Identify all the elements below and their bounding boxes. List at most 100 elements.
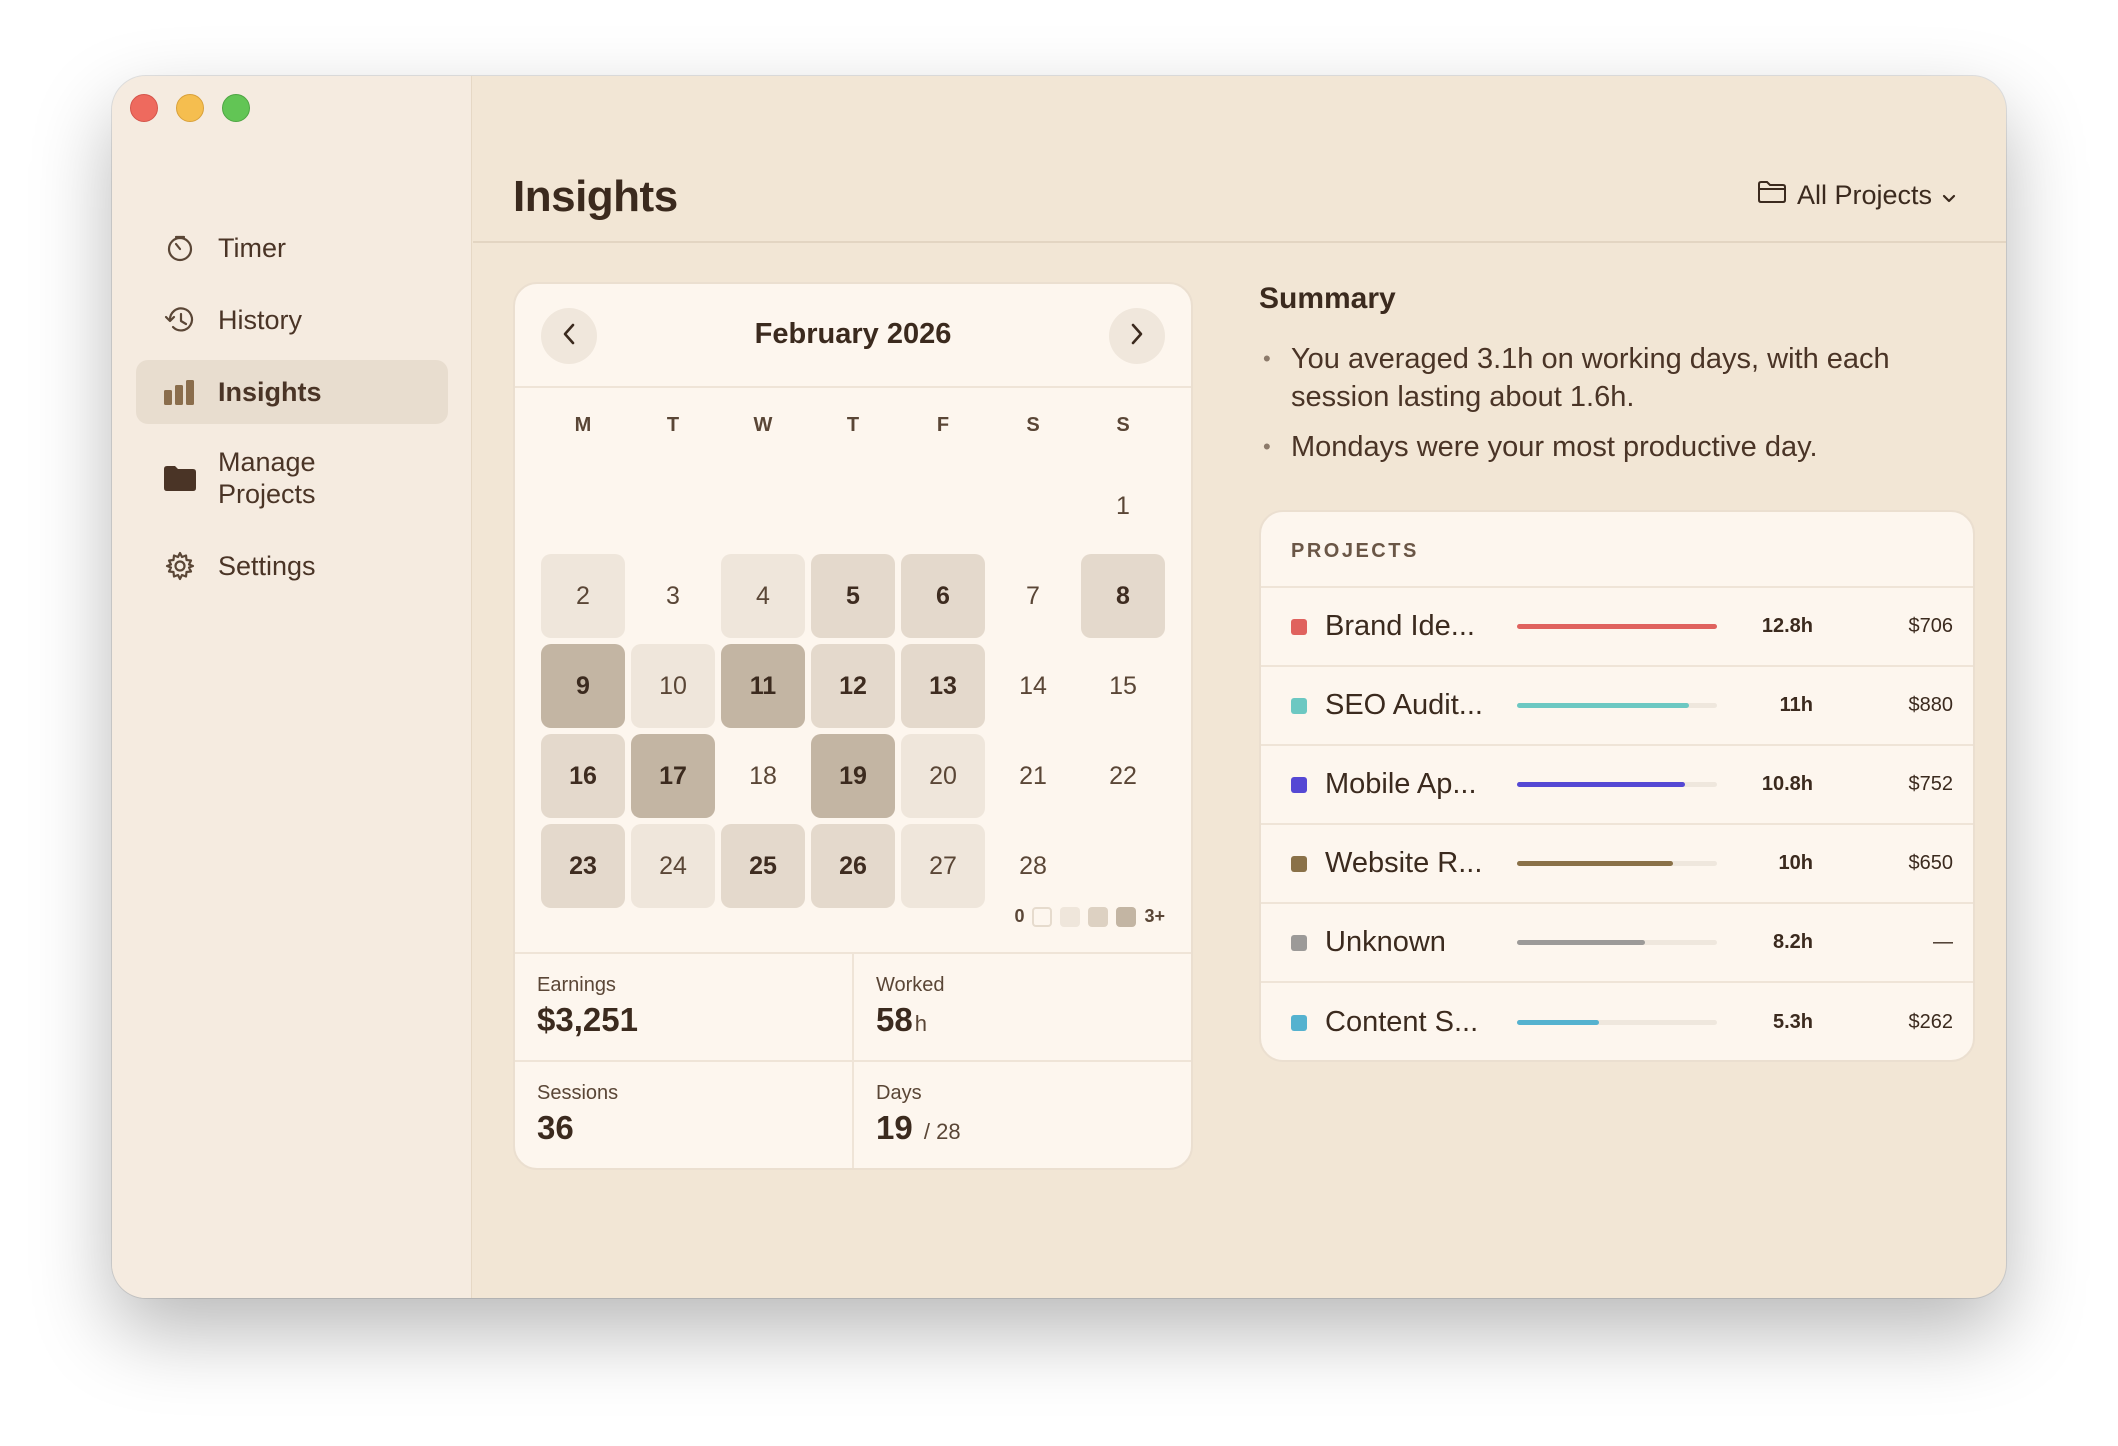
calendar-day[interactable]: 13 <box>901 644 985 728</box>
calendar-week: 16 17 18 19 20 21 22 <box>541 734 1165 818</box>
weekday-label: S <box>1116 414 1130 436</box>
minimize-button[interactable] <box>176 94 204 122</box>
calendar-day[interactable]: 14 <box>991 644 1075 728</box>
summary-bullet: Mondays were your most productive day. <box>1261 428 1961 466</box>
calendar-day[interactable]: 6 <box>901 554 985 638</box>
sidebar-item-insights[interactable]: Insights <box>136 360 448 424</box>
project-row[interactable]: SEO Audit... 11h $880 <box>1261 667 1973 746</box>
weekday-label: T <box>846 414 860 436</box>
project-color-swatch <box>1291 776 1307 793</box>
calendar-day[interactable]: 25 <box>721 824 805 908</box>
calendar-day[interactable]: 12 <box>811 644 895 728</box>
stat-value: 36 <box>537 1109 574 1146</box>
project-hours-bar <box>1517 624 1717 629</box>
project-hours: 10.8h <box>1761 773 1813 795</box>
calendar-day[interactable]: 27 <box>901 824 985 908</box>
calendar-empty-cell <box>811 464 895 548</box>
sidebar-item-history[interactable]: History <box>136 288 448 352</box>
summary-bullet: You averaged 3.1h on working days, with … <box>1261 340 1961 416</box>
project-color-swatch <box>1291 934 1307 951</box>
heat-legend: 0 3+ <box>1014 906 1165 927</box>
close-button[interactable] <box>130 94 158 122</box>
next-month-button[interactable] <box>1109 308 1165 364</box>
calendar-day[interactable]: 23 <box>541 824 625 908</box>
stat-unit: h <box>914 1011 927 1036</box>
calendar-day[interactable]: 22 <box>1081 734 1165 818</box>
calendar-empty-cell <box>991 464 1075 548</box>
calendar-day[interactable]: 17 <box>631 734 715 818</box>
calendar-day[interactable]: 10 <box>631 644 715 728</box>
calendar-empty-cell <box>1081 824 1165 908</box>
stat-label: Worked <box>876 974 945 996</box>
timer-icon <box>162 230 198 266</box>
calendar-day[interactable]: 15 <box>1081 644 1165 728</box>
summary-list: You averaged 3.1h on working days, with … <box>1261 340 1961 478</box>
sidebar-item-label: Insights <box>218 377 322 407</box>
zoom-button[interactable] <box>222 94 250 122</box>
calendar-day[interactable]: 21 <box>991 734 1075 818</box>
project-hours-bar-fill <box>1517 940 1645 945</box>
stat-label: Sessions <box>537 1082 619 1104</box>
calendar-day[interactable]: 7 <box>991 554 1075 638</box>
stats-grid: Earnings $3,251 Worked 58h Sessions 36 D… <box>515 952 1191 1168</box>
page-title: Insights <box>513 172 678 221</box>
stat-value: $3,251 <box>537 1001 638 1038</box>
bar-chart-icon <box>162 374 198 410</box>
window-controls <box>130 94 250 122</box>
calendar-day[interactable]: 26 <box>811 824 895 908</box>
calendar-day[interactable]: 18 <box>721 734 805 818</box>
calendar-grid: 1 2 3 4 5 6 7 8 9 10 11 12 13 14 15 16 17 18 19 20 21 22 23 24 2… <box>541 464 1165 914</box>
calendar-day[interactable]: 9 <box>541 644 625 728</box>
calendar-day[interactable]: 5 <box>811 554 895 638</box>
stat-value: 19 <box>876 1109 913 1146</box>
sidebar-item-label: Timer <box>218 233 286 263</box>
project-color-swatch <box>1291 855 1307 872</box>
legend-max-label: 3+ <box>1144 906 1165 926</box>
stat-label: Earnings <box>537 974 616 996</box>
project-row[interactable]: Mobile Ap... 10.8h $752 <box>1261 746 1973 825</box>
project-earnings: $262 <box>1908 1011 1954 1033</box>
sidebar-item-manage-projects[interactable]: Manage Projects <box>136 432 448 524</box>
calendar-day[interactable]: 11 <box>721 644 805 728</box>
legend-swatch <box>1060 906 1081 927</box>
project-hours-bar-fill <box>1517 703 1689 708</box>
calendar-day[interactable]: 3 <box>631 554 715 638</box>
project-row[interactable]: Content S... 5.3h $262 <box>1261 983 1973 1060</box>
calendar-day[interactable]: 8 <box>1081 554 1165 638</box>
calendar-empty-cell <box>901 464 985 548</box>
calendar-day[interactable]: 16 <box>541 734 625 818</box>
calendar-day[interactable]: 4 <box>721 554 805 638</box>
summary-title: Summary <box>1259 282 1396 315</box>
project-hours-bar <box>1517 1020 1717 1025</box>
project-hours-bar <box>1517 782 1717 787</box>
project-hours-bar-fill <box>1517 861 1673 866</box>
sidebar-item-settings[interactable]: Settings <box>136 534 448 598</box>
project-filter-dropdown[interactable]: All Projects <box>1757 180 1956 211</box>
project-row[interactable]: Brand Ide... 12.8h $706 <box>1261 588 1973 667</box>
project-color-swatch <box>1291 1014 1307 1031</box>
calendar-day[interactable]: 1 <box>1081 464 1165 548</box>
stat-total: / 28 <box>923 1119 961 1144</box>
calendar-day[interactable]: 19 <box>811 734 895 818</box>
calendar-month-label: February 2026 <box>754 318 952 350</box>
project-earnings: $650 <box>1908 852 1954 874</box>
calendar-day[interactable]: 24 <box>631 824 715 908</box>
days-stat: Days 19 / 28 <box>852 1062 1191 1168</box>
calendar-day[interactable]: 2 <box>541 554 625 638</box>
projects-header: PROJECTS <box>1261 512 1973 588</box>
project-row[interactable]: Unknown 8.2h — <box>1261 904 1973 983</box>
calendar-day[interactable]: 20 <box>901 734 985 818</box>
calendar-day[interactable]: 28 <box>991 824 1075 908</box>
project-hours: 12.8h <box>1761 615 1813 637</box>
legend-swatch <box>1032 906 1053 927</box>
project-row[interactable]: Website R... 10h $650 <box>1261 825 1973 904</box>
project-hours-bar-fill <box>1517 624 1717 629</box>
sidebar-item-label: Settings <box>218 551 316 581</box>
project-earnings: — <box>1933 931 1953 953</box>
project-earnings: $880 <box>1908 694 1954 716</box>
stat-label: Days <box>876 1082 922 1104</box>
sidebar-nav: Timer History Insights Manage Projects S… <box>136 216 448 606</box>
chevron-right-icon <box>1130 323 1144 350</box>
projects-list: Brand Ide... 12.8h $706 SEO Audit... 11h $880… <box>1261 588 1973 1060</box>
sidebar-item-timer[interactable]: Timer <box>136 216 448 280</box>
